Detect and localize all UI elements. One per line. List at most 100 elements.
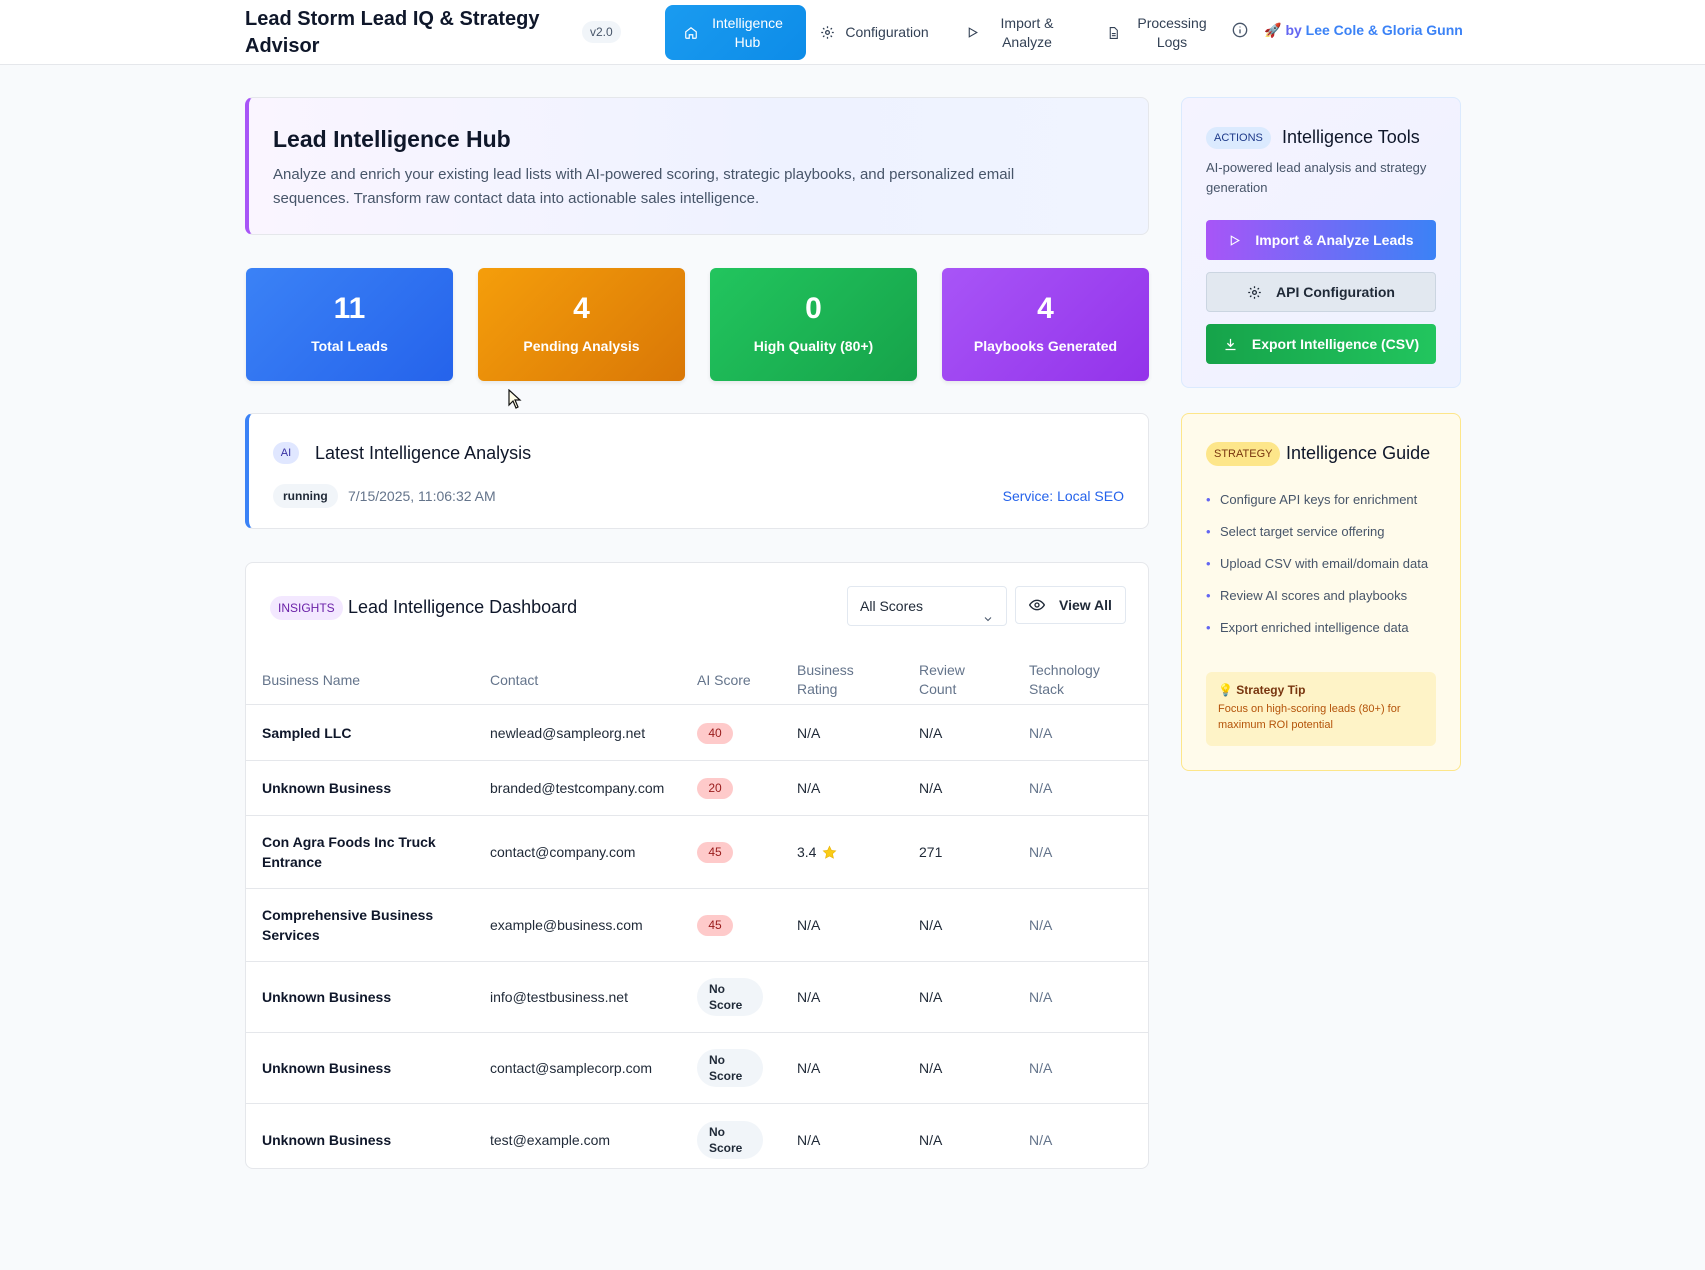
column-header: Business Rating <box>797 662 854 697</box>
technology-stack: N/A <box>1029 1131 1053 1148</box>
review-count: N/A <box>919 917 943 933</box>
tools-description: AI-powered lead analysis and strategy ge… <box>1206 160 1427 195</box>
ai-badge: AI <box>273 442 299 464</box>
gear-icon <box>820 25 835 40</box>
contact-email: test@example.com <box>490 1131 611 1148</box>
ai-score-badge: 45 <box>697 914 733 936</box>
view-all-label: View All <box>1059 597 1112 613</box>
business-rating: N/A <box>797 917 821 933</box>
guide-title: Intelligence Guide <box>1286 443 1431 463</box>
tools-title: Intelligence Tools <box>1282 127 1420 147</box>
stat-card-total-leads: 11 Total Leads <box>246 268 453 381</box>
nav-label: Intelligence Hub <box>712 14 783 50</box>
table-row[interactable]: Con Agra Foods Inc Truck Entrance contac… <box>246 816 1148 889</box>
intelligence-guide-panel: STRATEGY Intelligence Guide Configure AP… <box>1181 413 1461 771</box>
technology-stack: N/A <box>1029 844 1053 860</box>
tip-title: Strategy Tip <box>1236 683 1306 697</box>
tip-text: Focus on high-scoring leads (80+) for ma… <box>1218 703 1401 731</box>
chevron-down-icon <box>982 601 994 639</box>
table-row[interactable]: Unknown Business info@testbusiness.net N… <box>246 962 1148 1033</box>
table-row[interactable]: Unknown Business contact@samplecorp.com … <box>246 1033 1148 1104</box>
nav-label: Import & Analyze <box>1000 14 1054 50</box>
ai-score-badge: 40 <box>697 722 733 744</box>
analysis-title: Latest Intelligence Analysis <box>315 443 532 463</box>
table-row[interactable]: Sampled LLC newlead@sampleorg.net 40 N/A… <box>246 706 1148 761</box>
stat-value: 11 <box>333 292 366 325</box>
contact-email: info@testbusiness.net <box>490 989 628 1005</box>
score-filter-value: All Scores <box>860 598 924 614</box>
actions-badge: ACTIONS <box>1206 127 1271 149</box>
column-header: Technology Stack <box>1029 662 1100 697</box>
import-analyze-leads-button[interactable]: Import & Analyze Leads <box>1206 220 1436 260</box>
star-icon <box>822 845 837 860</box>
home-icon <box>684 26 698 40</box>
lead-dashboard-card: INSIGHTS Lead Intelligence Dashboard All… <box>245 562 1149 1169</box>
ai-score-badge: 45 <box>697 841 733 863</box>
export-intelligence-button[interactable]: Export Intelligence (CSV) <box>1206 324 1436 364</box>
no-score-badge: No Score <box>697 978 763 1016</box>
top-navigation-bar: Lead Storm Lead IQ & Strategy Advisor v2… <box>0 0 1705 65</box>
list-item: Select target service offering <box>1206 522 1446 542</box>
contact-email: branded@testcompany.com <box>490 780 665 796</box>
business-name: Unknown Business <box>262 989 392 1005</box>
column-header: Review Count <box>919 662 965 697</box>
business-rating: N/A <box>797 989 821 1005</box>
nav-import-analyze[interactable]: Import & Analyze <box>955 5 1070 60</box>
credit-text: 🚀 by Lee Cole & Gloria Gunn <box>1264 22 1463 38</box>
table-row[interactable]: Comprehensive Business Services example@… <box>246 889 1148 962</box>
lightbulb-icon: 💡 <box>1218 683 1233 697</box>
nav-configuration[interactable]: Configuration <box>812 5 937 60</box>
business-name: Unknown Business <box>262 780 392 796</box>
gear-icon <box>1247 285 1262 300</box>
stat-value: 0 <box>805 292 822 325</box>
hero-card: Lead Intelligence Hub Analyze and enrich… <box>245 97 1149 235</box>
contact-email: contact@company.com <box>490 844 636 860</box>
business-rating: N/A <box>797 1131 821 1148</box>
score-filter-select[interactable]: All Scores <box>847 586 1007 626</box>
business-rating-cell: 3.4 <box>797 816 837 888</box>
contact-email: example@business.com <box>490 917 643 933</box>
dashboard-title: Lead Intelligence Dashboard <box>348 597 578 617</box>
stat-label: High Quality (80+) <box>753 338 874 354</box>
download-icon <box>1223 337 1238 352</box>
status-badge: running <box>273 484 338 508</box>
nav-processing-logs[interactable]: Processing Logs <box>1100 5 1215 60</box>
no-score-badge: No Score <box>697 1049 763 1087</box>
column-header: Business Name <box>262 671 361 688</box>
list-item: Export enriched intelligence data <box>1206 618 1446 638</box>
stat-label: Pending Analysis <box>523 338 640 354</box>
table-header: Business Name Contact AI Score Business … <box>246 655 1148 705</box>
stat-label: Total Leads <box>311 338 388 354</box>
info-icon[interactable] <box>1232 22 1248 43</box>
guide-steps-list: Configure API keys for enrichment Select… <box>1206 490 1446 650</box>
review-count: N/A <box>919 1060 943 1076</box>
nav-label: Configuration <box>845 24 929 40</box>
review-count: N/A <box>919 725 943 741</box>
nav-intelligence-hub[interactable]: Intelligence Hub <box>665 5 806 60</box>
table-row[interactable]: Unknown Business test@example.com No Sco… <box>246 1104 1148 1168</box>
review-count: N/A <box>919 989 943 1005</box>
nav-label: Processing Logs <box>1137 14 1207 50</box>
business-name: Comprehensive Business Services <box>262 907 434 943</box>
strategy-badge: STRATEGY <box>1206 442 1281 466</box>
play-icon <box>1228 234 1241 247</box>
stat-card-pending-analysis: 4 Pending Analysis <box>478 268 685 381</box>
business-rating: 3.4 <box>797 844 817 860</box>
stat-card-high-quality: 0 High Quality (80+) <box>710 268 917 381</box>
version-badge: v2.0 <box>582 21 621 43</box>
intelligence-tools-panel: ACTIONS Intelligence Tools AI-powered le… <box>1181 97 1461 388</box>
api-configuration-button[interactable]: API Configuration <box>1206 272 1436 312</box>
list-item: Review AI scores and playbooks <box>1206 586 1446 606</box>
technology-stack: N/A <box>1029 725 1053 741</box>
table-row[interactable]: Unknown Business branded@testcompany.com… <box>246 761 1148 816</box>
technology-stack: N/A <box>1029 1060 1053 1076</box>
stat-value: 4 <box>573 292 590 325</box>
business-rating: N/A <box>797 1060 821 1076</box>
play-icon <box>966 26 979 39</box>
review-count: N/A <box>919 1131 943 1148</box>
list-item: Upload CSV with email/domain data <box>1206 554 1446 574</box>
business-name: Unknown Business <box>262 1060 392 1076</box>
column-header: Contact <box>490 671 539 688</box>
latest-analysis-card: AI Latest Intelligence Analysis running … <box>245 413 1149 529</box>
view-all-button[interactable]: View All <box>1015 586 1126 624</box>
